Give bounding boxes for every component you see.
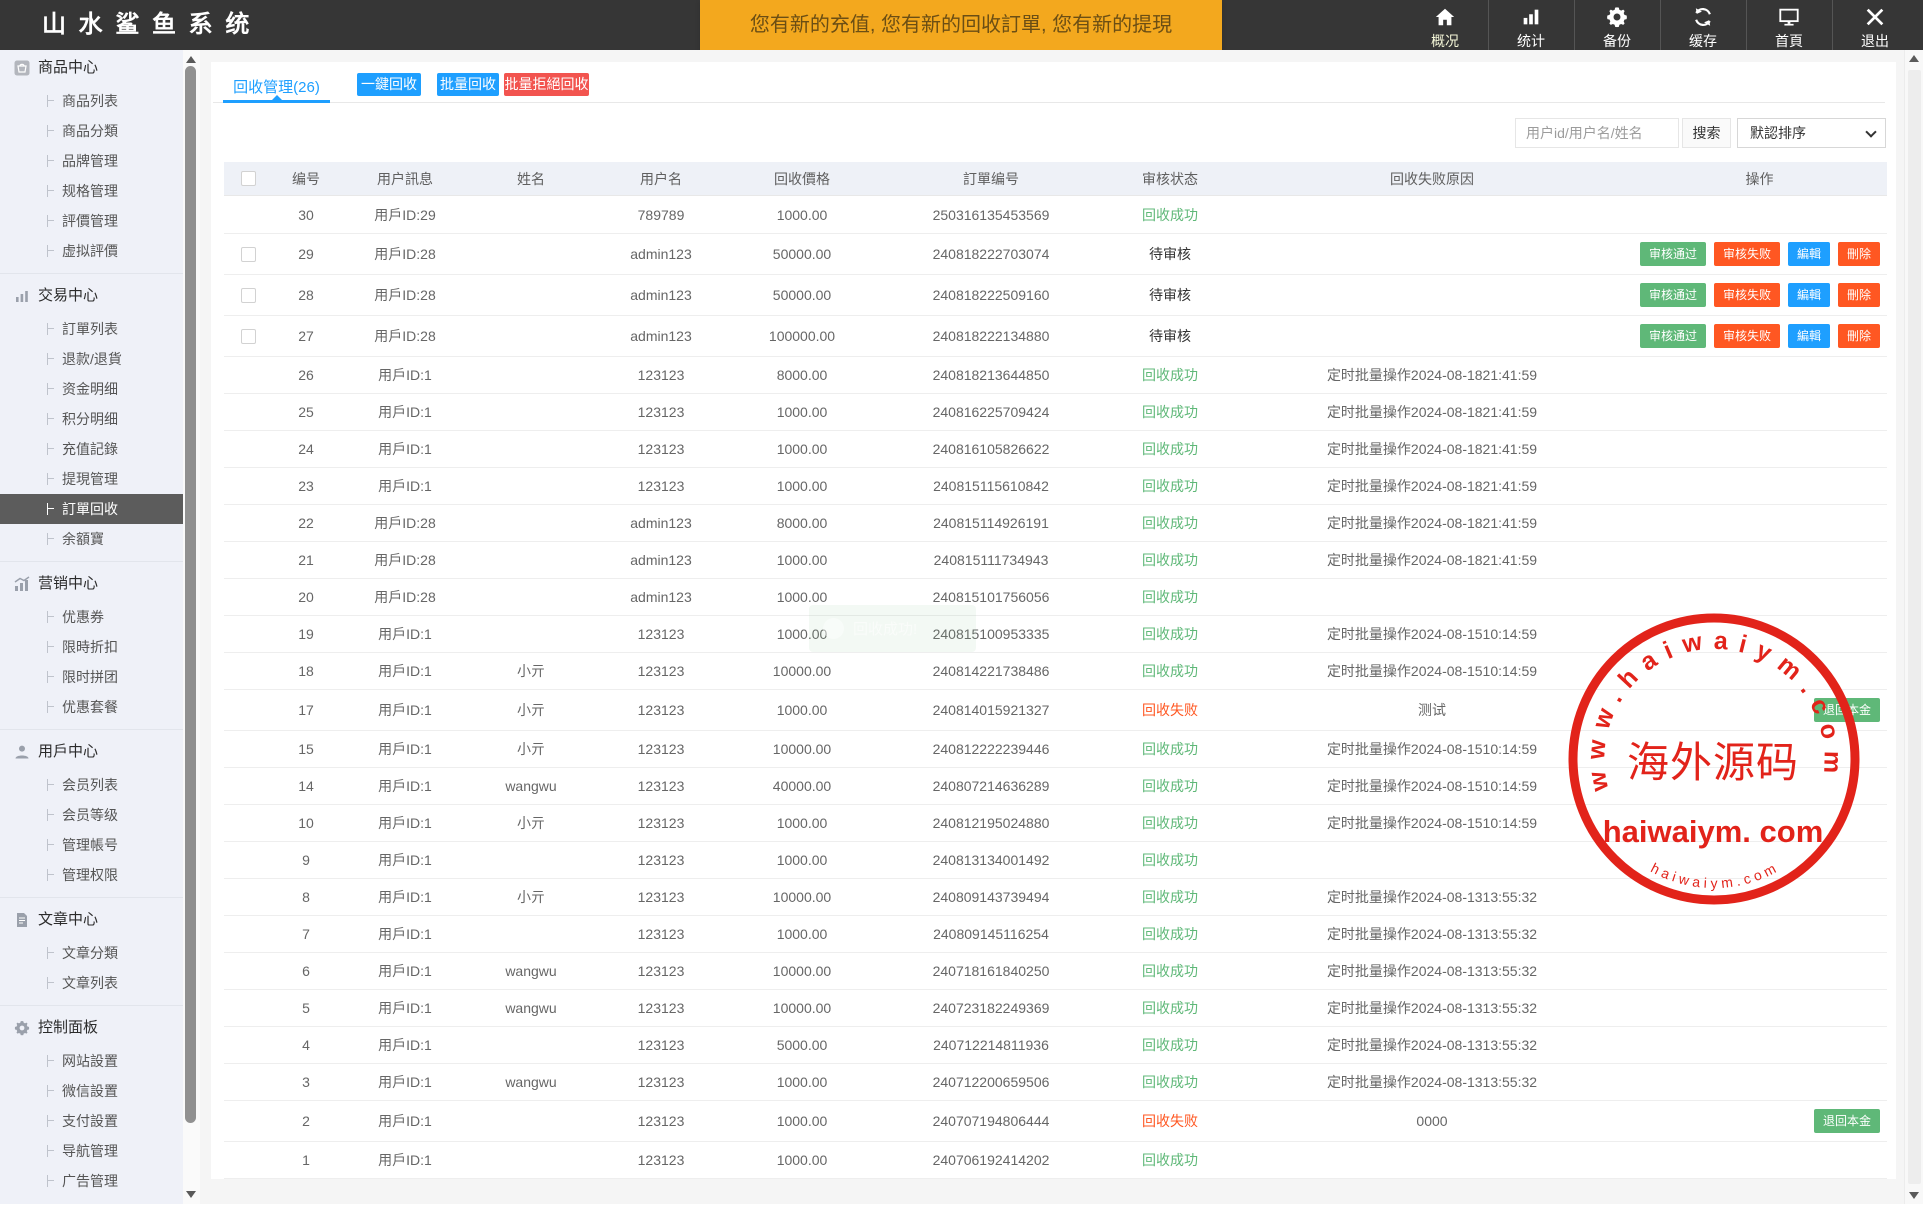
svg-text:haiwaiym.com: haiwaiym.com [1648,858,1781,891]
svg-text:haiwaiym. com: haiwaiym. com [1603,814,1824,849]
svg-text:海外源码: 海外源码 [1627,741,1799,787]
